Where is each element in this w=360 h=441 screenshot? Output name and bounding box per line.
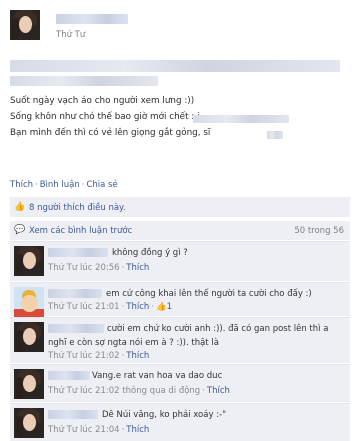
comment-item: Dê Núi vâng, ko phải xoáy :-" Thứ Tư lúc… [10,403,350,441]
comment-timestamp[interactable]: Thứ Tư lúc 20:56 [48,263,120,273]
comment-timestamp[interactable]: Thứ Tư lúc 21:02 [48,351,120,361]
comment-bubble-icon: 💬 [14,225,26,235]
thumbs-up-icon: 👍 [14,202,26,212]
comment-item: Vang.e rat van hoa va dao duc Thứ Tư lúc… [10,364,350,402]
comment-text: Vang.e rat van hoa va dao duc [92,371,223,381]
comment-text: em cứ công khai lên thế người ta cười ch… [106,289,312,299]
redacted-text-block [193,115,289,123]
comment-text-continued: nghĩ e còn sợ ngta nói em à ? :)). thật … [48,338,219,348]
comment-meta: Thứ Tư lúc 21:02 thông qua di động · Thích [48,386,230,396]
author-avatar[interactable] [10,10,40,40]
comment-link[interactable]: Bình luận [40,180,80,190]
share-link[interactable]: Chia sẻ [86,180,117,190]
post-actions: Thích · Bình luận · Chia sẻ [10,180,118,190]
commenter-name-redacted[interactable] [48,289,102,298]
comment-item: cười em chứ ko cười anh :)). đã có gan p… [10,317,350,363]
post-line: Sống khôn như chó thế bao giờ mới chết :… [10,112,200,122]
redacted-text-block [10,60,340,72]
comment-timestamp[interactable]: Thứ Tư lúc 21:04 [48,425,120,435]
comment-text: cười em chứ ko cười anh :)). đã có gan p… [107,324,329,334]
like-link[interactable]: Thích [10,180,33,190]
view-previous-comments[interactable]: 💬 Xem các bình luận trước 50 trong 56 [10,221,350,240]
comment-text: không đồng ý gì ? [112,248,188,258]
view-previous-comments-link[interactable]: Xem các bình luận trước [29,226,132,236]
comment-like-link[interactable]: Thích [126,263,149,273]
commenter-avatar[interactable] [14,322,44,352]
commenter-name-redacted[interactable] [48,371,90,380]
comment-like-link[interactable]: Thích [126,425,149,435]
redacted-text-block [267,131,283,139]
comment-item: không đồng ý gì ? Thứ Tư lúc 20:56 · Thích [10,241,350,281]
comment-meta: Thứ Tư lúc 20:56 · Thích [48,263,150,273]
commenter-name-redacted[interactable] [48,248,108,257]
post-line: Bạn mình đến thì có vẻ lên giọng gắt gỏn… [10,128,211,138]
commenter-avatar[interactable] [14,408,44,438]
post-line: Suốt ngày vạch áo cho người xem lưng :)) [10,96,195,106]
comment-like-count[interactable]: 👍1 [156,302,172,312]
comment-count: 50 trong 56 [294,226,344,236]
post-header: Thứ Tư [10,10,350,46]
commenter-avatar[interactable] [14,369,44,399]
comment-like-link[interactable]: Thích [126,302,149,312]
post-timestamp[interactable]: Thứ Tư [56,30,85,40]
comment-like-link[interactable]: Thích [126,351,149,361]
likes-count-link[interactable]: 8 người thích điều này. [29,203,126,213]
thumbs-up-icon: 👍 [156,302,167,312]
comment-like-link[interactable]: Thích [207,386,230,396]
commenter-avatar[interactable] [14,246,44,276]
comment-text: Dê Núi vâng, ko phải xoáy :-" [102,410,227,420]
comment-item: em cứ công khai lên thế người ta cười ch… [10,282,350,317]
author-name-redacted[interactable] [56,14,128,24]
commenter-avatar[interactable] [14,287,44,317]
comment-timestamp[interactable]: Thứ Tư lúc 21:01 [48,302,120,312]
redacted-text-block [10,76,158,86]
commenter-name-redacted[interactable] [48,410,98,419]
comment-meta: Thứ Tư lúc 21:02 · Thích [48,351,150,361]
comment-timestamp[interactable]: Thứ Tư lúc 21:02 thông qua di động [48,386,200,396]
comment-meta: Thứ Tư lúc 21:04 · Thích [48,425,150,435]
commenter-name-redacted[interactable] [48,324,104,333]
likes-summary: 👍 8 người thích điều này. [10,197,350,217]
comment-meta: Thứ Tư lúc 21:01 · Thích · 👍1 [48,302,173,312]
